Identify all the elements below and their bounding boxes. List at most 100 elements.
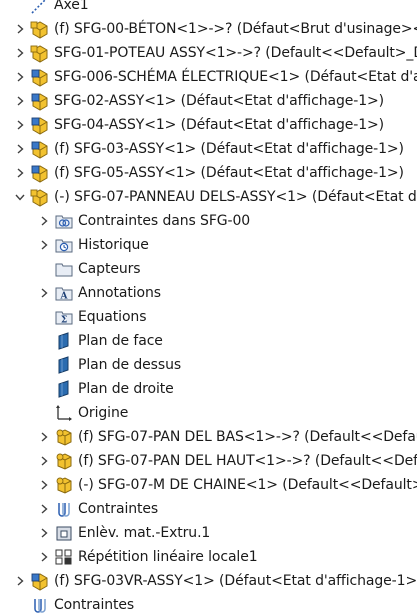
tree-item[interactable]: (f) SFG-03-ASSY<1> (Défaut<Etat d'affich… (14, 137, 404, 161)
expand-chevron-icon[interactable] (38, 521, 50, 545)
tree-item[interactable]: (f) SFG-00-BÉTON<1>->? (Défaut<Brut d'us… (14, 17, 417, 41)
expand-chevron-icon[interactable] (14, 569, 26, 593)
tree-item[interactable]: (f) SFG-07-PAN DEL BAS<1>->? (Default<<D… (38, 425, 417, 449)
tree-item[interactable]: Origine (38, 401, 128, 425)
tree-item-label: SFG-006-SCHÉMA ÉLECTRIQUE<1> (Défaut<Eta… (54, 69, 417, 85)
expand-chevron-icon[interactable] (38, 545, 50, 569)
tree-item-label: Contraintes (54, 597, 135, 613)
tree-item[interactable]: SFG-01-POTEAU ASSY<1>->? (Default<<Defau… (14, 41, 417, 65)
assembly-blue-icon (30, 139, 50, 159)
linear-pattern-icon (54, 547, 74, 567)
tree-item[interactable]: (f) SFG-05-ASSY<1> (Défaut<Etat d'affich… (14, 161, 404, 185)
tree-item-label: SFG-02-ASSY<1> (Défaut<Etat d'affichage-… (54, 93, 384, 109)
tree-item-label: Plan de droite (78, 381, 174, 397)
tree-item-label: Annotations (78, 285, 161, 301)
history-icon (54, 235, 74, 255)
assembly-blue-icon (30, 91, 50, 111)
tree-item[interactable]: (-) SFG-07-PANNEAU DELS-ASSY<1> (Défaut<… (14, 185, 417, 209)
tree-item[interactable]: Enlèv. mat.-Extru.1 (38, 521, 210, 545)
tree-item-label: Contraintes dans SFG-00 (78, 213, 251, 229)
feature-manager-tree: Axe1 (f) SFG-00-BÉTON<1>->? (Défaut<Brut … (0, 0, 417, 614)
tree-item[interactable]: SFG-02-ASSY<1> (Défaut<Etat d'affichage-… (14, 89, 384, 113)
tree-item-label: Enlèv. mat.-Extru.1 (78, 525, 211, 541)
tree-item-label: (f) SFG-03-ASSY<1> (Défaut<Etat d'affich… (54, 141, 404, 157)
tree-item[interactable]: (-) SFG-07-M DE CHAINE<1> (Default<<Defa… (38, 473, 417, 497)
tree-item-label: Axe1 (54, 0, 89, 13)
assembly-blue-icon (30, 571, 50, 591)
tree-item[interactable]: (f) SFG-07-PAN DEL HAUT<1>->? (Default<<… (38, 449, 417, 473)
expand-chevron-icon[interactable] (38, 233, 50, 257)
svg-text:Σ: Σ (61, 316, 67, 326)
expand-chevron-icon[interactable] (14, 137, 26, 161)
expand-chevron-icon[interactable] (14, 89, 26, 113)
expand-chevron-icon[interactable] (14, 41, 26, 65)
tree-item-label: (f) SFG-07-PAN DEL BAS<1>->? (Default<<D… (78, 429, 417, 445)
tree-item-label: Capteurs (78, 261, 141, 277)
tree-item[interactable]: (f) SFG-03VR-ASSY<1> (Défaut<Etat d'affi… (14, 569, 417, 593)
tree-item-label: (f) SFG-07-PAN DEL HAUT<1>->? (Default<<… (78, 453, 417, 469)
tree-item[interactable]: Contraintes (38, 497, 158, 521)
tree-item[interactable]: SFG-006-SCHÉMA ÉLECTRIQUE<1> (Défaut<Eta… (14, 65, 417, 89)
tree-item-label: Répétition linéaire locale1 (78, 549, 258, 565)
assembly-blue-icon (30, 115, 50, 135)
tree-item-label: (-) SFG-07-M DE CHAINE<1> (Default<<Defa… (78, 477, 417, 493)
expand-chevron-icon[interactable] (14, 17, 26, 41)
tree-item[interactable]: Contraintes (14, 593, 134, 614)
tree-item[interactable]: Axe1 (14, 0, 89, 17)
collapse-chevron-icon[interactable] (14, 185, 26, 209)
part-yellow-icon (54, 451, 74, 471)
tree-item[interactable]: SFG-04-ASSY<1> (Défaut<Etat d'affichage-… (14, 113, 384, 137)
expand-chevron-icon[interactable] (38, 281, 50, 305)
tree-item-label: (f) SFG-05-ASSY<1> (Défaut<Etat d'affich… (54, 165, 404, 181)
plane-icon (54, 379, 74, 399)
tree-item[interactable]: Contraintes dans SFG-00 (38, 209, 250, 233)
svg-text:A: A (60, 292, 69, 302)
tree-item-label: Plan de face (78, 333, 163, 349)
expand-chevron-icon[interactable] (38, 497, 50, 521)
tree-item[interactable]: Σ Equations (38, 305, 147, 329)
tree-item-label: Historique (78, 237, 149, 253)
assembly-yellow-icon (30, 187, 50, 207)
tree-item[interactable]: Plan de dessus (38, 353, 181, 377)
tree-item[interactable]: Plan de face (38, 329, 163, 353)
tree-item-label: SFG-01-POTEAU ASSY<1>->? (Default<<Defau… (54, 45, 417, 61)
expand-chevron-icon[interactable] (14, 65, 26, 89)
tree-item-label: Origine (78, 405, 129, 421)
sensor-folder-icon (54, 259, 74, 279)
assembly-blue-icon (30, 163, 50, 183)
tree-item-label: (f) SFG-00-BÉTON<1>->? (Défaut<Brut d'us… (54, 21, 417, 37)
tree-item-label: SFG-04-ASSY<1> (Défaut<Etat d'affichage-… (54, 117, 384, 133)
expand-chevron-icon[interactable] (38, 425, 50, 449)
expand-chevron-icon[interactable] (14, 113, 26, 137)
tree-item[interactable]: Répétition linéaire locale1 (38, 545, 258, 569)
annotations-icon: A (54, 283, 74, 303)
part-yellow-icon (54, 427, 74, 447)
expand-chevron-icon[interactable] (14, 161, 26, 185)
tree-item[interactable]: Capteurs (38, 257, 141, 281)
axis-icon (30, 0, 50, 15)
tree-item[interactable]: Historique (38, 233, 149, 257)
assembly-blue-icon (30, 67, 50, 87)
expand-chevron-icon[interactable] (38, 449, 50, 473)
mates-icon (30, 595, 50, 614)
tree-item[interactable]: Plan de droite (38, 377, 174, 401)
assembly-yellow-icon (30, 19, 50, 39)
tree-item[interactable]: A Annotations (38, 281, 161, 305)
tree-item-label: Contraintes (78, 501, 159, 517)
part-yellow-icon (54, 475, 74, 495)
tree-item-label: Equations (78, 309, 147, 325)
assembly-yellow-icon (30, 43, 50, 63)
mates-icon (54, 499, 74, 519)
origin-icon (54, 403, 74, 423)
expand-chevron-icon[interactable] (38, 473, 50, 497)
cut-extrude-icon (54, 523, 74, 543)
expand-chevron-icon[interactable] (38, 209, 50, 233)
mates-folder-icon (54, 211, 74, 231)
